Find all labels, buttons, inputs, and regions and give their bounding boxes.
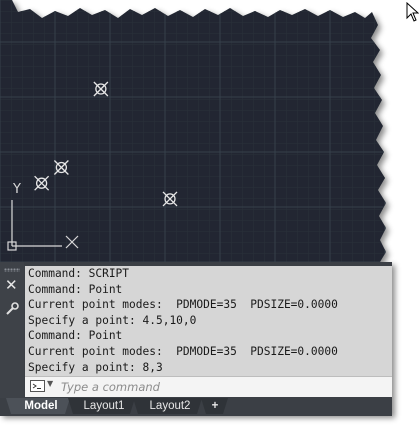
tab-layout1[interactable]: Layout1: [78, 398, 130, 414]
point-marker-1[interactable]: [93, 81, 109, 97]
command-history-line: Command: Point: [28, 329, 123, 343]
mouse-pointer-icon: [406, 2, 419, 22]
add-layout-tab[interactable]: +: [207, 398, 223, 414]
grid: [0, 0, 386, 262]
command-input-placeholder: Type a command: [61, 380, 160, 394]
point-marker-2[interactable]: [53, 160, 69, 175]
drag-grip-icon[interactable]: [4, 268, 20, 272]
command-line-window: ✕ Command: SCRIPT Command: Point Current p…: [0, 262, 392, 400]
ucs-y-label: Y: [12, 182, 21, 197]
command-history-line: Current point modes: PDMODE=35 PDSIZE=0.…: [28, 298, 338, 312]
command-history-line: Current point modes: PDMODE=35 PDSIZE=0.…: [28, 344, 338, 358]
point-marker-4[interactable]: [162, 191, 178, 207]
command-line-controls: ✕: [0, 262, 24, 400]
point-marker-3[interactable]: [34, 175, 50, 191]
tab-layout2[interactable]: Layout2: [144, 398, 196, 414]
command-history-line: Command: SCRIPT: [28, 267, 130, 280]
tab-model[interactable]: Model: [16, 398, 66, 414]
close-icon[interactable]: ✕: [5, 278, 18, 293]
command-prompt-icon[interactable]: [30, 380, 45, 392]
command-history: Command: SCRIPT Command: Point Current poi…: [25, 266, 392, 378]
command-history-line: Specify a point: 8,3: [28, 360, 163, 374]
autocad-window: Y ✕ Command: SCRIPT Command: Point Current…: [0, 0, 419, 426]
layout-tabs: Model Layout1 Layout2 +: [0, 398, 392, 416]
command-history-line: Specify a point: 4.5,10,0: [28, 313, 197, 327]
wrench-icon[interactable]: [5, 302, 19, 316]
chevron-down-icon[interactable]: ▼: [47, 379, 53, 388]
command-input[interactable]: ▼ Type a command: [25, 376, 392, 397]
command-history-line: Command: Point: [28, 282, 123, 296]
